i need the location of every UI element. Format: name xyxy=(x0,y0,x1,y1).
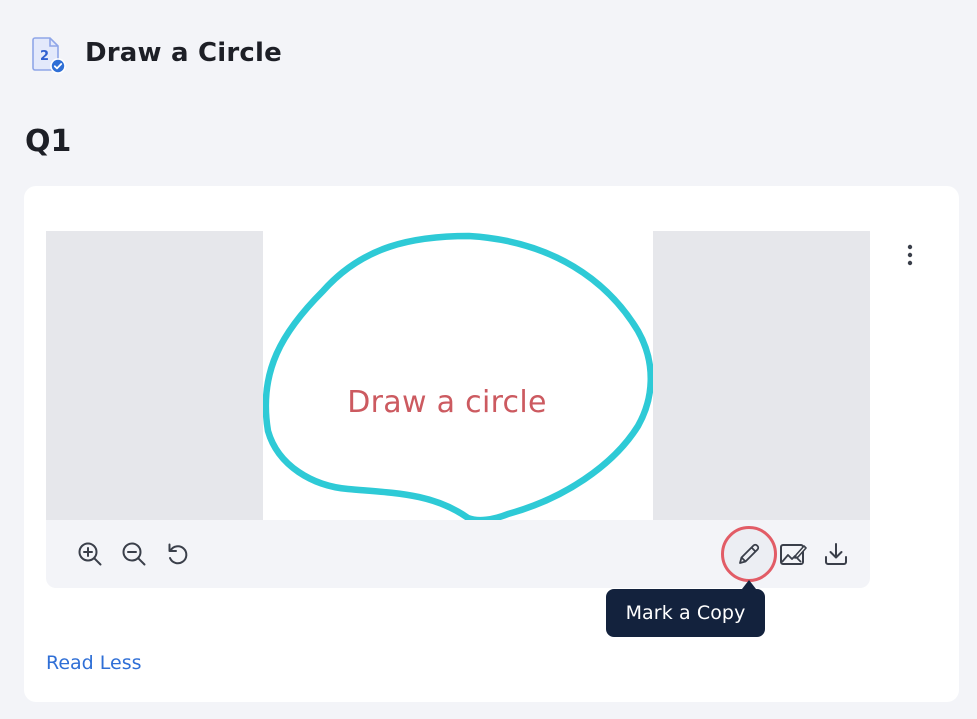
read-less-link[interactable]: Read Less xyxy=(46,652,142,674)
image-area: Draw a circle xyxy=(46,231,870,520)
download-icon xyxy=(823,541,849,567)
image-toolbar xyxy=(46,520,870,588)
page-header: 2 Draw a Circle xyxy=(28,34,282,74)
tooltip-arrow xyxy=(742,580,756,589)
rotate-left-icon xyxy=(164,541,190,567)
image-edit-icon xyxy=(779,541,807,567)
pencil-icon xyxy=(736,541,762,567)
annotate-image-button[interactable] xyxy=(776,537,810,571)
download-button[interactable] xyxy=(819,537,853,571)
rotate-button[interactable] xyxy=(160,537,194,571)
zoom-in-icon xyxy=(77,541,103,567)
mark-copy-button[interactable] xyxy=(721,526,777,582)
image-viewer: Draw a circle xyxy=(46,231,870,588)
zoom-out-button[interactable] xyxy=(117,537,151,571)
document-check-icon: 2 xyxy=(28,34,68,74)
zoom-out-icon xyxy=(121,541,147,567)
image-text: Draw a circle xyxy=(347,385,547,420)
more-vertical-icon xyxy=(907,243,913,271)
zoom-in-button[interactable] xyxy=(73,537,107,571)
answer-image: Draw a circle xyxy=(263,231,653,520)
more-options-button[interactable] xyxy=(895,242,925,272)
question-card: Draw a circle Mark a Copy Read Less xyxy=(24,186,959,702)
icon-badge-number: 2 xyxy=(40,49,49,64)
mark-copy-tooltip: Mark a Copy xyxy=(606,589,765,637)
question-label: Q1 xyxy=(25,124,72,159)
drawn-circle xyxy=(263,232,653,520)
page-title: Draw a Circle xyxy=(85,38,282,68)
